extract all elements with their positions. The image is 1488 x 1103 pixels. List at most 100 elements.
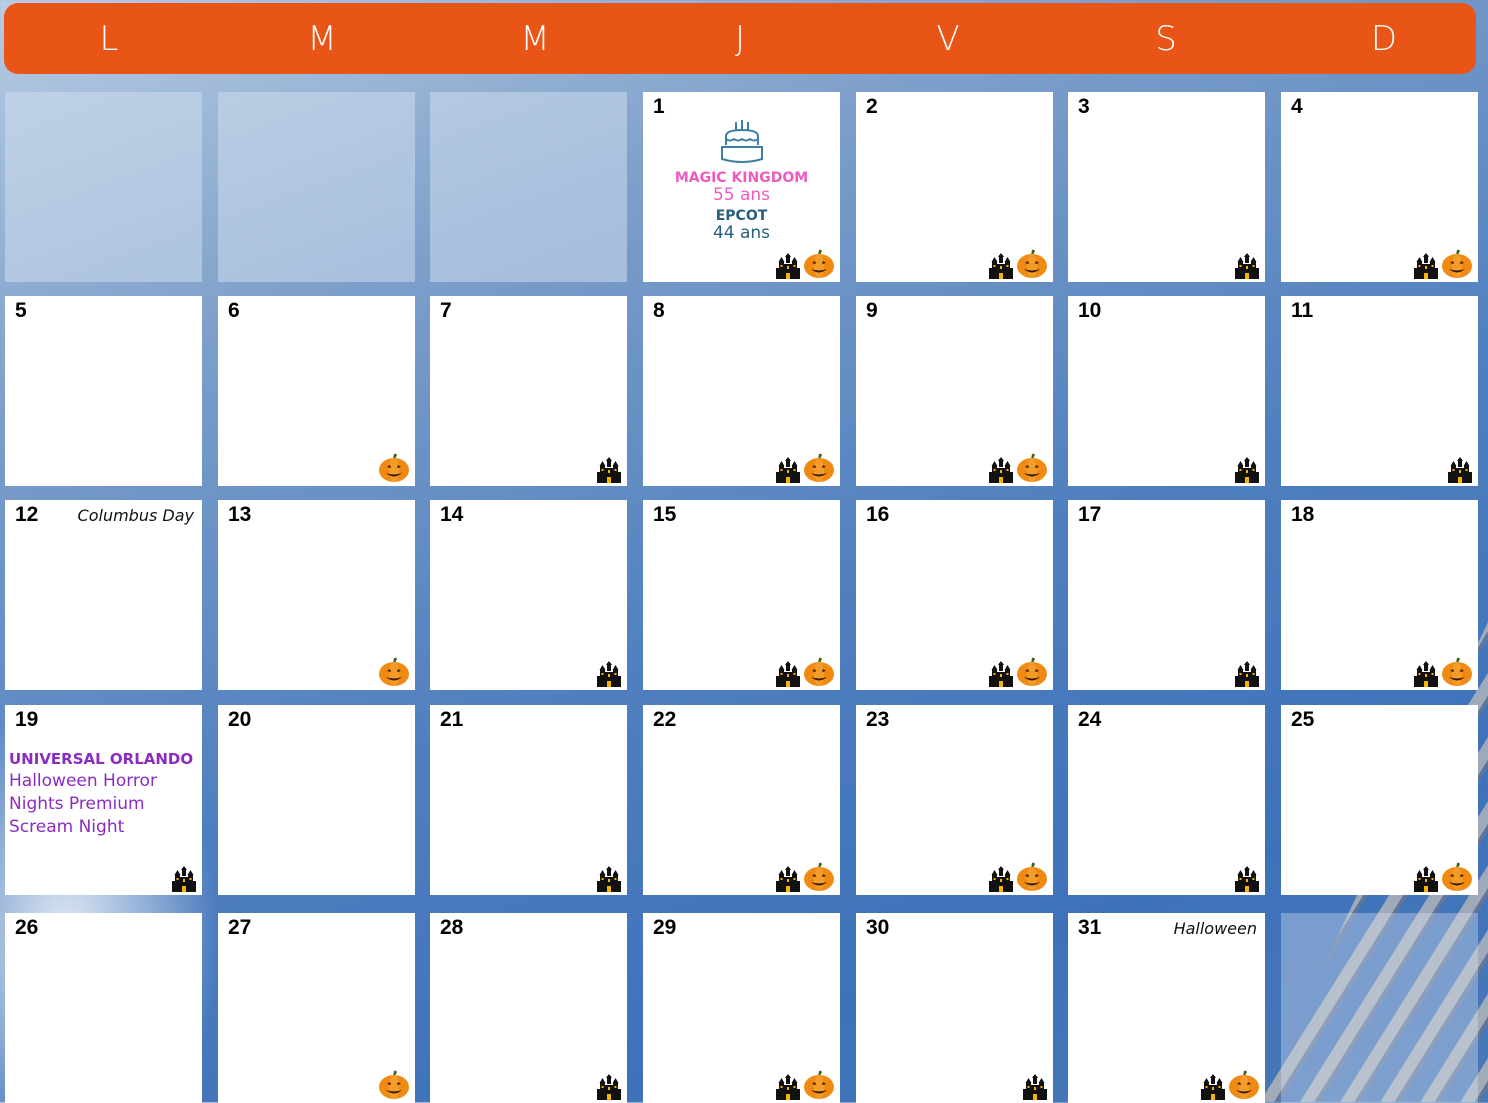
day-cell[interactable]: 7 <box>430 296 627 486</box>
day-cell[interactable]: 17 <box>1068 500 1265 690</box>
weekday-label: D <box>1370 18 1398 59</box>
castle-icon <box>775 866 801 892</box>
day-cell[interactable]: 24 <box>1068 705 1265 895</box>
day-cell[interactable]: 4 <box>1281 92 1478 282</box>
day-number: 23 <box>866 708 890 731</box>
day-number: 31 <box>1078 916 1102 939</box>
day-cell[interactable]: 18 <box>1281 500 1478 690</box>
event-title: EPCOT <box>715 208 768 224</box>
day-number: 12 <box>15 503 39 526</box>
day-icons <box>378 451 410 483</box>
day-number: 18 <box>1291 503 1315 526</box>
day-cell[interactable]: 13 <box>218 500 415 690</box>
weekday-label: M <box>520 18 550 59</box>
day-number: 5 <box>15 299 27 322</box>
day-cell[interactable]: 26 <box>5 913 202 1103</box>
day-number: 2 <box>866 95 878 118</box>
day-icons <box>1022 1074 1048 1100</box>
day-number: 29 <box>653 916 677 939</box>
day-cell[interactable]: 16 <box>856 500 1053 690</box>
weekday-label: J <box>734 18 746 59</box>
day-cell[interactable]: 1 MAGIC KINGDOM 55 ans EPCOT 44 ans <box>643 92 840 282</box>
castle-icon <box>596 866 622 892</box>
castle-icon <box>988 661 1014 687</box>
day-cell[interactable]: 22 <box>643 705 840 895</box>
day-cell[interactable]: 9 <box>856 296 1053 486</box>
day-cell[interactable]: 27 <box>218 913 415 1103</box>
day-cell[interactable]: 28 <box>430 913 627 1103</box>
pumpkin-icon <box>803 1068 835 1100</box>
event-text: Nights Premium <box>9 794 145 814</box>
pumpkin-icon <box>803 247 835 279</box>
castle-icon <box>988 457 1014 483</box>
day-cell[interactable]: 19 UNIVERSAL ORLANDO Halloween Horror Night… <box>5 705 202 895</box>
day-cell[interactable]: 12 Columbus Day <box>5 500 202 690</box>
day-icons <box>1413 860 1473 892</box>
pumpkin-icon <box>1016 860 1048 892</box>
day-cell[interactable]: 5 <box>5 296 202 486</box>
day-number: 28 <box>440 916 464 939</box>
day-cell[interactable]: 21 <box>430 705 627 895</box>
day-icons <box>775 247 835 279</box>
day-icons <box>1234 457 1260 483</box>
day-cell[interactable]: 15 <box>643 500 840 690</box>
day-icons <box>988 247 1048 279</box>
event-text: 44 ans <box>712 223 771 243</box>
event-title: UNIVERSAL ORLANDO <box>9 750 194 768</box>
day-cell[interactable]: 30 <box>856 913 1053 1103</box>
day-number: 4 <box>1291 95 1303 118</box>
day-number: 26 <box>15 916 39 939</box>
day-icons <box>775 655 835 687</box>
day-cell[interactable]: 11 <box>1281 296 1478 486</box>
pumpkin-icon <box>1016 247 1048 279</box>
pumpkin-icon <box>378 1068 410 1100</box>
day-cell[interactable]: 6 <box>218 296 415 486</box>
castle-icon <box>775 661 801 687</box>
castle-icon <box>596 661 622 687</box>
weekday-label: L <box>99 18 119 59</box>
day-icons <box>988 451 1048 483</box>
day-icons <box>1234 866 1260 892</box>
day-number: 11 <box>1291 299 1314 322</box>
day-icons <box>1200 1068 1260 1100</box>
day-cell[interactable]: 14 <box>430 500 627 690</box>
anniversary-event: MAGIC KINGDOM 55 ans EPCOT 44 ans <box>643 114 840 243</box>
day-number: 13 <box>228 503 252 526</box>
day-number: 8 <box>653 299 665 322</box>
castle-icon <box>775 457 801 483</box>
day-cell[interactable]: 3 <box>1068 92 1265 282</box>
pumpkin-icon <box>1016 451 1048 483</box>
castle-icon <box>1447 457 1473 483</box>
day-cell[interactable]: 31 Halloween <box>1068 913 1265 1103</box>
event-text: Scream Night <box>9 817 125 837</box>
day-cell[interactable]: 29 <box>643 913 840 1103</box>
empty-day-cell <box>430 92 627 282</box>
day-icons <box>596 1074 622 1100</box>
castle-icon <box>988 253 1014 279</box>
castle-icon <box>1200 1074 1226 1100</box>
castle-icon <box>1234 661 1260 687</box>
birthday-cake-icon <box>719 114 765 168</box>
day-icons <box>775 1068 835 1100</box>
day-icons <box>1447 457 1473 483</box>
castle-icon <box>171 866 197 892</box>
pumpkin-icon <box>378 451 410 483</box>
day-number: 27 <box>228 916 252 939</box>
day-cell[interactable]: 20 <box>218 705 415 895</box>
pumpkin-icon <box>803 655 835 687</box>
castle-icon <box>1234 457 1260 483</box>
castle-icon <box>1413 661 1439 687</box>
holiday-note: Columbus Day <box>77 506 194 525</box>
day-number: 3 <box>1078 95 1090 118</box>
pumpkin-icon <box>1441 860 1473 892</box>
day-cell[interactable]: 10 <box>1068 296 1265 486</box>
castle-icon <box>988 866 1014 892</box>
event-title: MAGIC KINGDOM <box>674 170 809 186</box>
pumpkin-icon <box>803 860 835 892</box>
day-cell[interactable]: 23 <box>856 705 1053 895</box>
day-cell[interactable]: 8 <box>643 296 840 486</box>
day-cell[interactable]: 2 <box>856 92 1053 282</box>
pumpkin-icon <box>1441 655 1473 687</box>
castle-icon <box>775 253 801 279</box>
day-cell[interactable]: 25 <box>1281 705 1478 895</box>
